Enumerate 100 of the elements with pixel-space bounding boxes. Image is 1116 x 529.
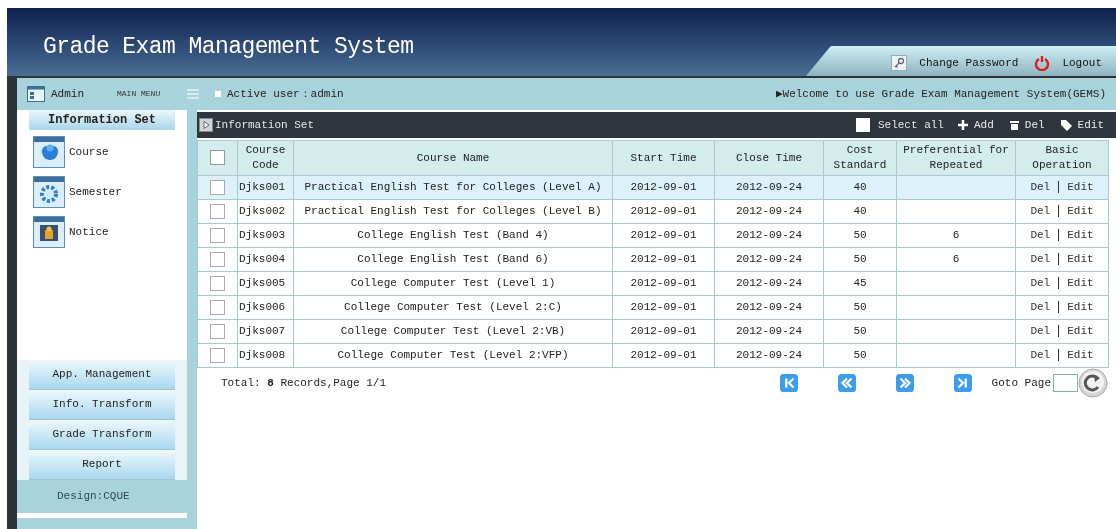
window-icon [27,86,45,102]
table-cell: 2012-09-01 [630,301,697,314]
edit-link[interactable]: Edit [1067,181,1094,194]
next-page-button[interactable] [895,374,914,392]
delete-link[interactable]: Del [1030,349,1051,362]
table-cell: Djks001 [239,181,286,194]
checkbox[interactable] [210,275,225,291]
select-all-checkbox[interactable] [855,118,870,132]
delete-link[interactable]: Del [1030,205,1051,218]
nav-button[interactable]: App. Management [29,360,175,390]
table-cell: College Computer Test (Level 2:VFP) [337,349,569,362]
page-input[interactable] [1053,374,1078,392]
refresh-button[interactable] [1078,368,1108,398]
table-cell: Djks002 [239,205,286,218]
change-password-link[interactable]: Change Password [919,54,1019,71]
checkbox[interactable] [210,251,225,267]
table-cell: 2012-09-24 [736,229,802,242]
table-cell: 50 [853,229,867,242]
document-window-icon[interactable] [33,216,65,248]
table-cell: 40 [853,205,867,218]
gear-window-icon[interactable] [33,176,65,208]
checkbox[interactable] [210,323,225,339]
column-header: Course Name [293,140,613,176]
table-cell: College English Test (Band 4) [357,229,549,242]
table-cell: 50 [853,301,867,314]
delete-link[interactable]: Del [1030,253,1051,266]
table-cell: 2012-09-01 [630,349,697,362]
edit-link[interactable]: Edit [1067,301,1094,314]
main-menu-label: MAIN MENU [117,88,162,100]
del-link[interactable]: Del [1024,116,1045,134]
admin-label: Admin [51,86,85,102]
table-cell: 50 [853,253,867,266]
checkbox[interactable] [210,150,225,166]
edit-link[interactable]: Edit [1067,349,1094,362]
table-cell: College Computer Test (Level 1) [350,277,556,290]
table-cell: 2012-09-24 [736,253,802,266]
app-title: Grade Exam Management System [42,33,414,62]
power-icon [1034,54,1051,71]
edit-link[interactable]: Edit [1077,116,1104,134]
nav-button[interactable]: Report [29,450,175,480]
table-cell: 2012-09-01 [630,229,697,242]
table-cell: Djks005 [239,277,286,290]
column-header: Course Code [237,140,294,176]
table-cell: 2012-09-01 [630,253,697,266]
table-cell: 2012-09-24 [736,301,802,314]
table-cell: Djks007 [239,325,286,338]
delete-link[interactable]: Del [1030,301,1051,314]
nav-button[interactable]: Grade Transform [29,420,175,450]
edit-link[interactable]: Edit [1067,229,1094,242]
sidebar-item[interactable]: Semester [69,183,122,201]
play-icon [199,118,213,132]
select-all-label[interactable]: Select all [877,116,944,134]
previous-page-button[interactable] [837,374,856,392]
section-title: Information Set [29,110,175,130]
table-cell: 2012-09-01 [630,205,697,218]
footer-text: Design:CQUE [17,480,187,513]
table-cell: Practical English Test for Colleges (Level B) [304,205,602,218]
checkbox[interactable] [210,347,225,363]
goto-page-label: Goto Page [991,375,1051,391]
table-cell: College English Test (Band 6) [357,253,549,266]
logout-link[interactable]: Logout [1062,54,1102,71]
table-cell: Djks004 [239,253,286,266]
table-cell: 2012-09-24 [736,205,802,218]
checkbox[interactable] [210,179,225,195]
checkbox[interactable] [210,227,225,243]
delete-link[interactable]: Del [1030,229,1051,242]
last-page-button[interactable] [953,374,972,392]
panel-title: Information Set [215,117,315,133]
column-header: Start Time [612,140,715,176]
add-link[interactable]: Add [973,116,994,134]
table-cell: 2012-09-24 [736,349,802,362]
table-cell: 6 [952,253,960,266]
first-page-button[interactable] [779,374,798,392]
column-header: Basic Operation [1015,140,1109,176]
plus-icon [957,120,968,130]
edit-link[interactable]: Edit [1067,277,1094,290]
sidebar-item[interactable]: Notice [69,223,109,241]
table-cell: 50 [853,325,867,338]
sidebar-item[interactable]: Course [69,143,109,161]
delete-link[interactable]: Del [1030,325,1051,338]
active-user-text: Active user：admin [227,86,344,102]
table-cell: College Computer Test (Level 2:VB) [340,325,566,338]
people-window-icon[interactable] [33,136,65,168]
table-cell: Djks003 [239,229,286,242]
edit-link[interactable]: Edit [1067,253,1094,266]
checkbox[interactable] [210,203,225,219]
checkbox[interactable] [210,299,225,315]
table-cell: Practical English Test for Colleges (Level A) [304,181,602,194]
edit-link[interactable]: Edit [1067,325,1094,338]
table-cell: 6 [952,229,960,242]
bullet-icon [215,91,221,97]
welcome-text: ▶Welcome to use Grade Exam Management System(GEMS) [775,86,1106,102]
nav-button[interactable]: Info. Transform [29,390,175,420]
delete-link[interactable]: Del [1030,277,1051,290]
edit-link[interactable]: Edit [1067,205,1094,218]
delete-link[interactable]: Del [1030,181,1051,194]
table-cell: 50 [853,349,867,362]
trash-icon [1009,120,1019,130]
column-header: Close Time [714,140,824,176]
table-cell: Djks006 [239,301,286,314]
